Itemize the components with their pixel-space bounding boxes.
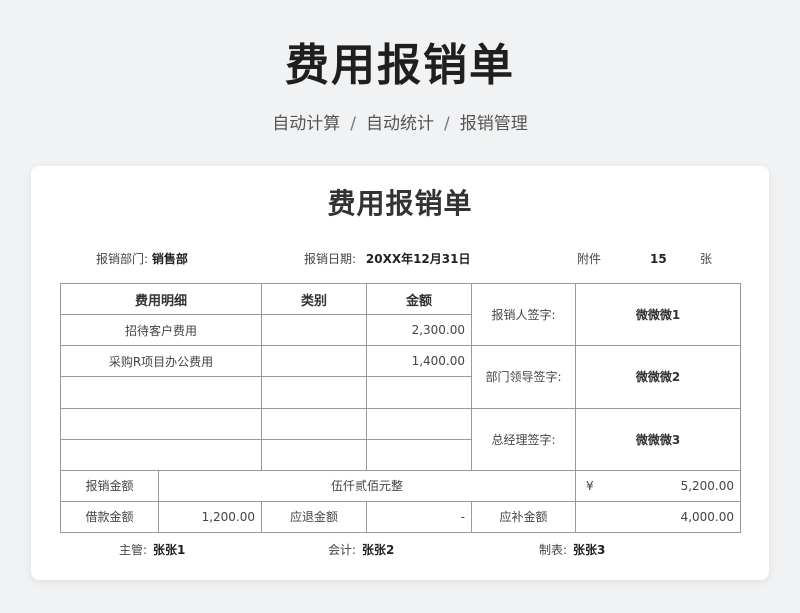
preparer-field: 制表: 张张3 (539, 541, 605, 559)
expense-category-cell[interactable] (261, 438, 368, 471)
department-label: 报销部门: (96, 252, 149, 266)
department-value[interactable]: 销售部 (152, 252, 188, 266)
table-row: 总经理签字: 微微微3 (59, 407, 742, 471)
attachment-unit: 张 (700, 252, 713, 266)
subtitle-separator: / (350, 114, 356, 134)
expense-detail-cell[interactable] (59, 438, 263, 471)
subtitle: 自动计算 / 自动统计 / 报销管理 (0, 112, 800, 136)
signature-value[interactable]: 微微微1 (575, 282, 742, 347)
table-row: 采购R项目办公费用 1,400.00 部门领导签字: 微微微2 (59, 345, 742, 409)
refund-amount[interactable]: - (366, 500, 473, 534)
expense-category-cell[interactable] (261, 314, 368, 347)
total-amount-in-words[interactable]: 伍仟贰佰元整 (157, 469, 577, 502)
supplement-amount[interactable]: 4,000.00 (575, 500, 742, 534)
form-title: 费用报销单 (327, 187, 473, 220)
column-header-amount: 金额 (366, 282, 473, 316)
attachment-label: 附件 (577, 252, 602, 266)
supervisor-value[interactable]: 张张1 (153, 543, 185, 557)
loan-label: 借款金额 (60, 500, 159, 534)
table-row: 报销金额 伍仟贰佰元整 ¥ 5,200.00 (60, 469, 742, 502)
table-row: 费用明细 类别 金额 报销人签字: 微微微1 (59, 282, 742, 347)
refund-label: 应退金额 (261, 500, 368, 534)
supplement-label: 应补金额 (471, 500, 577, 534)
signature-label: 报销人签字: (471, 282, 577, 347)
subtitle-item: 自动统计 (366, 114, 434, 134)
department-field: 报销部门: 销售部 (96, 250, 188, 268)
expense-amount-cell[interactable]: 1,400.00 (366, 345, 473, 378)
expense-amount-cell[interactable] (366, 438, 473, 471)
loan-amount[interactable]: 1,200.00 (157, 500, 263, 534)
total-amount: 5,200.00 (680, 478, 735, 493)
expense-category-cell[interactable] (261, 376, 368, 409)
column-header-category: 类别 (261, 282, 368, 316)
date-field: 报销日期: 20XX年12月31日 (304, 250, 470, 268)
accountant-label: 会计: (328, 543, 357, 557)
date-value[interactable]: 20XX年12月31日 (366, 252, 471, 266)
expense-detail-cell[interactable]: 招待客户费用 (59, 314, 263, 347)
supervisor-label: 主管: (119, 543, 148, 557)
accountant-value[interactable]: 张张2 (362, 543, 394, 557)
reimbursement-form-card: 费用报销单 报销部门: 销售部 报销日期: 20XX年12月31日 附件 15 … (31, 166, 769, 580)
expense-table: 费用明细 类别 金额 报销人签字: 微微微1 招待客户费用 2,300.00 采… (59, 282, 742, 534)
expense-amount-cell[interactable] (366, 407, 473, 440)
signature-value[interactable]: 微微微2 (575, 345, 742, 409)
attachment-count[interactable]: 15 (650, 250, 667, 268)
subtitle-separator: / (444, 114, 450, 134)
signature-label: 总经理签字: (471, 407, 577, 471)
signature-label: 部门领导签字: (471, 345, 577, 409)
total-label: 报销金额 (60, 469, 159, 502)
expense-detail-cell[interactable] (59, 376, 263, 409)
subtitle-item: 报销管理 (459, 114, 528, 134)
table-row: 借款金额 1,200.00 应退金额 - 应补金额 4,000.00 (60, 500, 742, 534)
date-label: 报销日期: (304, 252, 357, 266)
preparer-label: 制表: (539, 543, 568, 557)
total-amount-cell[interactable]: ¥ 5,200.00 (575, 469, 742, 502)
supervisor-field: 主管: 张张1 (119, 541, 185, 559)
currency-symbol: ¥ (586, 478, 594, 493)
signature-value[interactable]: 微微微3 (575, 407, 742, 471)
subtitle-item: 自动计算 (272, 114, 341, 134)
expense-amount-cell[interactable]: 2,300.00 (366, 314, 473, 347)
expense-detail-cell[interactable]: 采购R项目办公费用 (59, 345, 263, 378)
expense-category-cell[interactable] (261, 407, 368, 440)
preparer-value[interactable]: 张张3 (573, 543, 605, 557)
accountant-field: 会计: 张张2 (328, 541, 394, 559)
column-header-detail: 费用明细 (59, 282, 263, 316)
expense-category-cell[interactable] (261, 345, 368, 378)
expense-detail-cell[interactable] (59, 407, 263, 440)
expense-amount-cell[interactable] (366, 376, 473, 409)
page-title: 费用报销单 (285, 40, 515, 91)
